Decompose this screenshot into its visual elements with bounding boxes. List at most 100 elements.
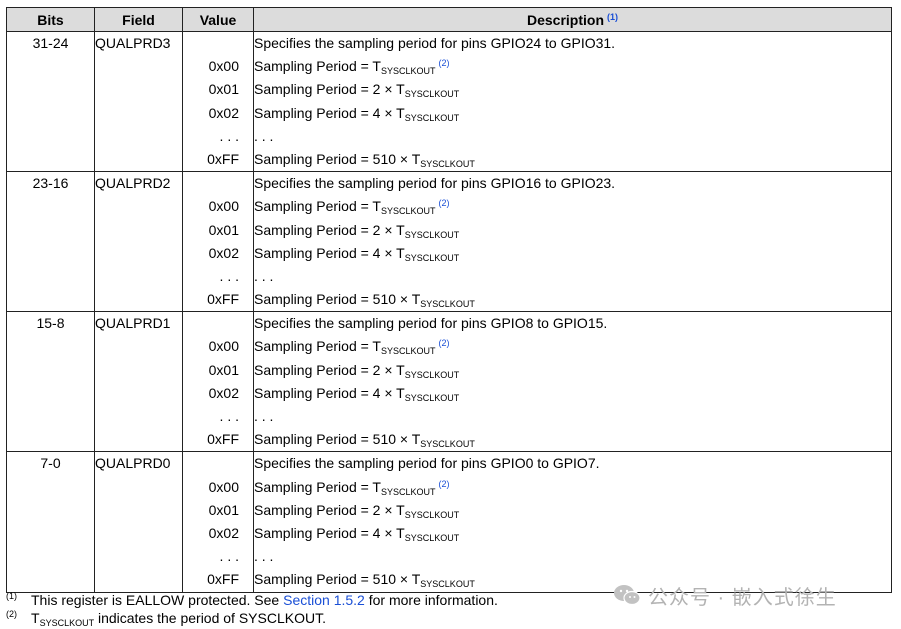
register-table: Bits Field Value Description (1) 31-24 QUA… [6,7,892,593]
footnote-ref[interactable]: (2) [439,479,450,489]
register-field-row: 31-24 QUALPRD3 0x00 0x01 0x02 . . . 0xFF Specif… [6,31,892,173]
footnote-text: for more information. [364,592,498,608]
wechat-icon [614,585,641,606]
watermark: 公众号 · 嵌入式徐生 [612,582,837,609]
table-header-row: Bits Field Value Description (1) [6,7,892,32]
description-line: . . . [254,265,891,288]
field-cell: QUALPRD2 [94,171,183,313]
subscript: SYSCLKOUT [420,579,475,590]
value-cell: 0x00 0x01 0x02 . . . 0xFF [182,311,254,453]
footnote-ref[interactable]: (2) [439,338,450,348]
subscript: SYSCLKOUT [404,112,460,123]
description-text: . . . [254,548,274,565]
description-line: Sampling Period = 4 × TSYSCLKOUT [254,522,891,545]
value-code: 0xFF [207,571,239,588]
footnote-ref[interactable]: (2) [439,198,450,208]
description-text: Sampling Period = 4 × T [254,384,405,401]
value-code: 0x00 [208,198,239,215]
description-text: Sampling Period = 2 × T [254,81,405,98]
bits-value: 7-0 [40,455,61,472]
description-line: Sampling Period = 4 × TSYSCLKOUT [254,382,891,405]
value-spacer [183,312,253,335]
value-cell: 0x00 0x01 0x02 . . . 0xFF [182,451,254,593]
subscript: SYSCLKOUT [39,618,95,628]
footnote-mark: (2) [6,609,17,619]
value-code: 0x01 [208,361,239,378]
description-line: Sampling Period = 510 × TSYSCLKOUT [254,428,891,451]
description-cell: Specifies the sampling period for pins G… [253,451,892,593]
field-name: QUALPRD1 [95,315,171,332]
description-line: Sampling Period = 2 × TSYSCLKOUT [254,78,891,101]
footnote-ref[interactable]: (1) [607,12,618,22]
footnotes: (1) This register is EALLOW protected. S… [6,591,498,628]
description-line: . . . [254,125,891,148]
value-spacer [183,172,253,195]
description-line: . . . [254,545,891,568]
subscript: SYSCLKOUT [380,66,436,77]
description-line: Sampling Period = 510 × TSYSCLKOUT [254,148,891,171]
description-line: Sampling Period = 510 × TSYSCLKOUT [254,288,891,311]
description-summary: Specifies the sampling period for pins G… [254,315,608,332]
register-field-row: 23-16 QUALPRD2 0x00 0x01 0x02 . . . 0xFF Specif… [6,171,892,313]
description-text: Sampling Period = 510 × T [254,150,421,167]
header-value: Value [182,7,254,32]
subscript: SYSCLKOUT [380,206,436,217]
subscript: SYSCLKOUT [420,439,475,450]
description-text: Sampling Period = T [254,198,381,215]
value-code: 0x00 [208,478,239,495]
field-name: QUALPRD3 [95,35,171,51]
value-code: 0x00 [208,58,239,75]
value-code: 0xFF [207,431,239,448]
section-link[interactable]: Section 1.5.2 [283,592,365,608]
description-cell: Specifies the sampling period for pins G… [253,31,892,173]
description-text: Sampling Period = T [254,338,381,355]
field-name: QUALPRD0 [95,455,171,472]
subscript: SYSCLKOUT [404,252,460,263]
description-line: Sampling Period = TSYSCLKOUT(2) [254,476,891,499]
footnote-mark: (1) [6,591,17,601]
watermark-text: 公众号 · 嵌入式徐生 [648,586,837,609]
description-summary: Specifies the sampling period for pins G… [254,455,600,472]
field-cell: QUALPRD0 [94,451,183,593]
footnote-text: This register is EALLOW protected. See [31,592,284,608]
bits-value: 15-8 [36,315,65,332]
register-field-row: 15-8 QUALPRD1 0x00 0x01 0x02 . . . 0xFF Specifi… [6,311,892,453]
description-text: Sampling Period = 4 × T [254,524,405,541]
value-code: . . . [219,127,239,144]
description-text: Sampling Period = 510 × T [254,291,421,308]
description-line: Sampling Period = TSYSCLKOUT(2) [254,335,891,358]
value-code: 0xFF [207,150,239,167]
footnote-ref[interactable]: (2) [439,58,450,68]
subscript: SYSCLKOUT [404,369,460,380]
value-spacer [183,452,253,475]
description-summary: Specifies the sampling period for pins G… [254,35,616,51]
value-code: 0x02 [208,524,239,541]
value-code: . . . [219,408,239,424]
value-code: 0xFF [207,291,239,308]
description-line: Sampling Period = 4 × TSYSCLKOUT [254,102,891,125]
subscript: SYSCLKOUT [380,346,436,357]
description-line: Sampling Period = 2 × TSYSCLKOUT [254,359,891,382]
bits-value: 23-16 [32,175,69,192]
description-text: Sampling Period = 4 × T [254,104,405,121]
description-line: Sampling Period = 2 × TSYSCLKOUT [254,219,891,242]
header-description: Description (1) [253,7,892,32]
header-field: Field [94,7,183,32]
subscript: SYSCLKOUT [380,486,436,497]
description-line: Sampling Period = TSYSCLKOUT(2) [254,55,891,78]
subscript: SYSCLKOUT [404,229,460,240]
subscript: SYSCLKOUT [420,158,475,169]
description-line: Sampling Period = TSYSCLKOUT(2) [254,195,891,218]
description-text: . . . [254,127,274,144]
value-code: . . . [219,548,239,565]
field-cell: QUALPRD1 [94,311,183,453]
value-code: 0x02 [208,244,239,261]
description-text: Sampling Period = 2 × T [254,221,405,238]
description-text: . . . [254,267,274,284]
bits-cell: 15-8 [6,311,95,453]
description-line: . . . [254,405,891,428]
description-text: Sampling Period = 4 × T [254,244,405,261]
value-cell: 0x00 0x01 0x02 . . . 0xFF [182,31,254,173]
description-text: Sampling Period = 510 × T [254,431,421,448]
bits-cell: 23-16 [6,171,95,313]
